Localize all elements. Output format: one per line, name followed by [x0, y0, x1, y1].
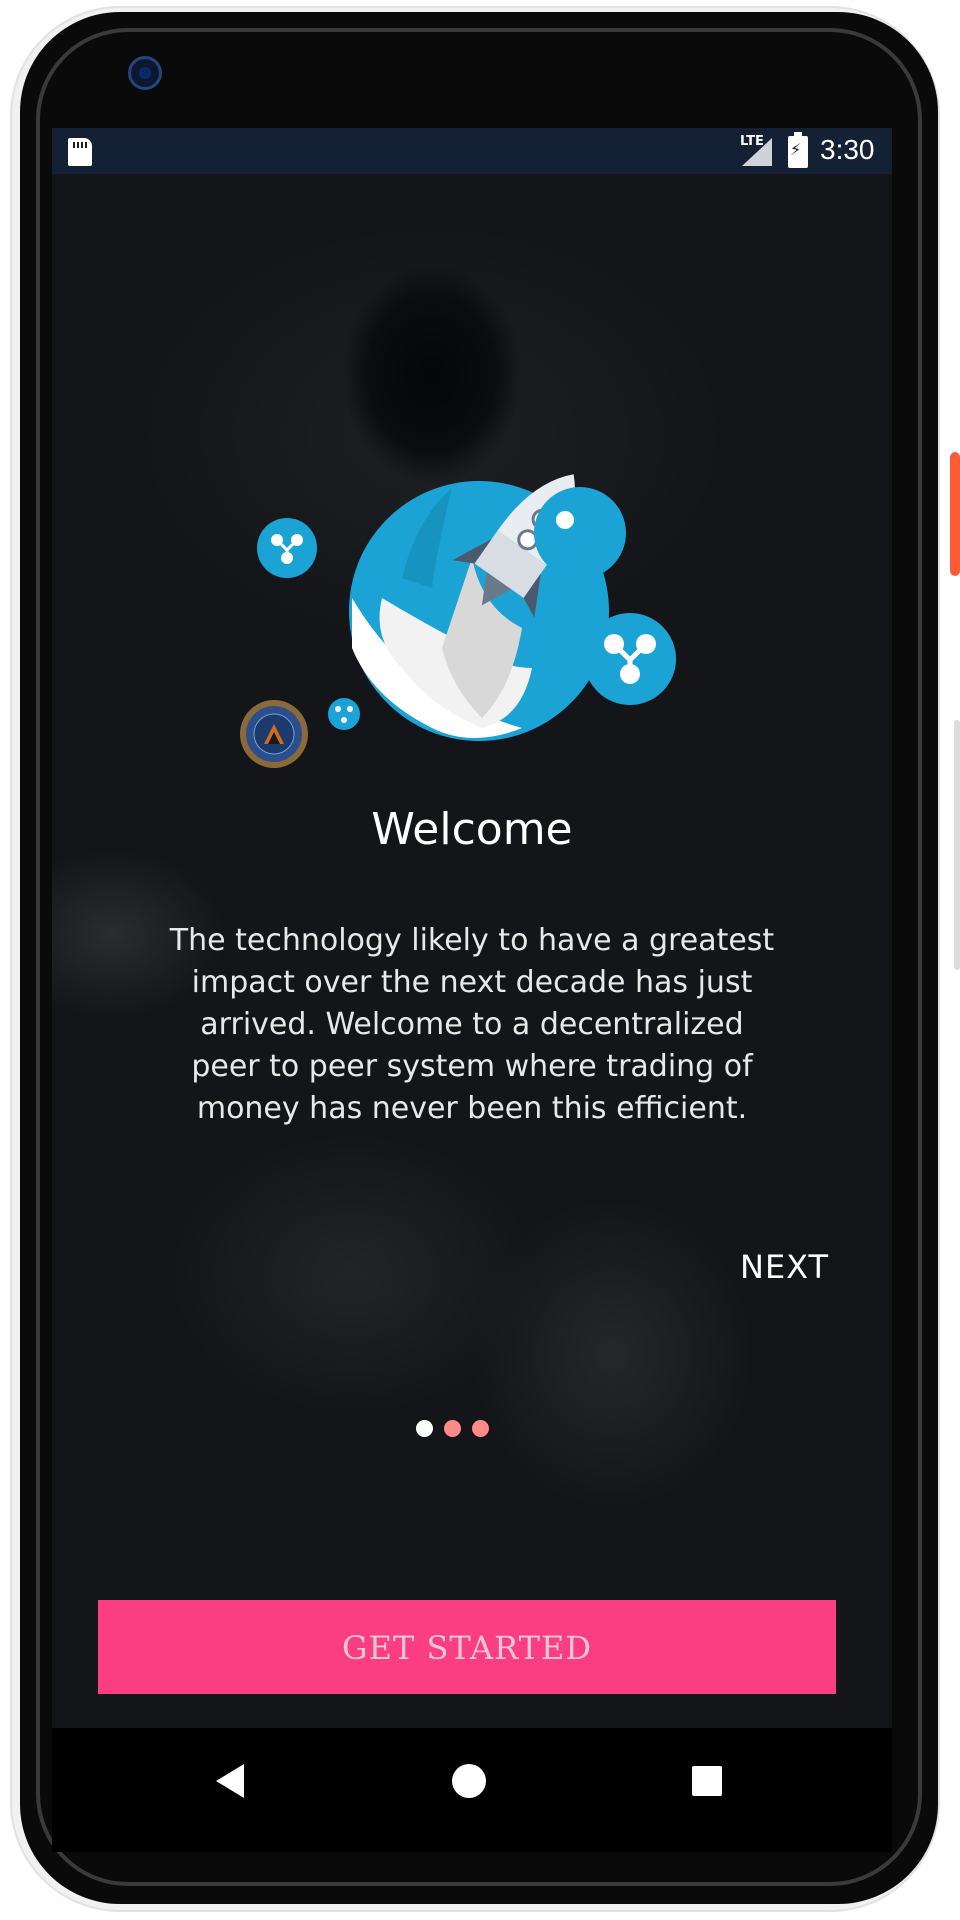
ripple-coin-icon	[257, 518, 317, 578]
ripple-coin-right	[584, 613, 676, 705]
next-button[interactable]: NEXT	[740, 1248, 829, 1286]
blockchain-badge-icon	[240, 700, 308, 768]
welcome-title: Welcome	[371, 804, 573, 855]
get-started-button[interactable]: GET STARTED	[98, 1600, 836, 1694]
volume-key[interactable]	[954, 720, 960, 970]
power-key[interactable]	[950, 452, 960, 576]
ripple-coin-small	[328, 698, 360, 730]
navigation-bar	[52, 1728, 892, 1852]
ripple-coin-icon-large	[534, 487, 626, 579]
page-dot-active	[416, 1420, 433, 1437]
recents-icon[interactable]	[692, 1766, 722, 1796]
app-screen: LTE 3:30	[52, 128, 892, 1728]
page-dot	[444, 1420, 461, 1437]
page-dot	[472, 1420, 489, 1437]
welcome-description: The technology likely to have a greatest…	[169, 923, 775, 1126]
home-icon[interactable]	[452, 1764, 486, 1798]
front-camera	[128, 56, 162, 90]
back-icon[interactable]	[216, 1764, 244, 1798]
